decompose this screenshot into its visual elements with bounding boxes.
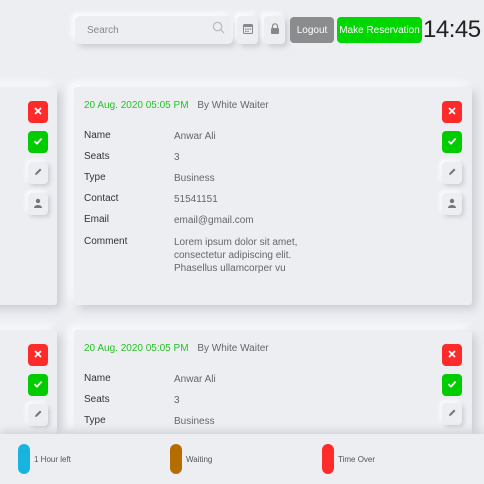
email-row: Email email@gmail.com: [84, 214, 334, 227]
check-icon: [33, 376, 43, 394]
seats-value: 3: [174, 395, 180, 406]
name-label: Name: [84, 130, 111, 141]
type-value: Business: [174, 173, 215, 184]
name-value: Anwar Ali: [174, 374, 216, 385]
accept-button[interactable]: [28, 374, 48, 396]
accept-button[interactable]: [442, 131, 462, 153]
close-icon: [447, 346, 457, 364]
check-icon: [447, 376, 457, 394]
reservation-card: 20 Aug. 2020 05:05 PM By White Waiter Na…: [74, 87, 472, 305]
card-header: 20 Aug. 2020 05:05 PM By White Waiter: [84, 343, 269, 354]
reject-button[interactable]: [442, 101, 462, 123]
legend-label: Waiting: [186, 454, 213, 464]
type-label: Type: [84, 415, 106, 426]
legend-item-1-hour-left: 1 Hour left: [18, 444, 71, 474]
name-label: Name: [84, 373, 111, 384]
comment-label: Comment: [84, 236, 128, 247]
reservation-waiter: By White Waiter: [197, 100, 269, 111]
reservation-date: 20 Aug. 2020 05:05 PM: [84, 343, 189, 354]
type-row: Type Business: [84, 415, 334, 428]
accept-button[interactable]: [28, 131, 48, 153]
type-row: Type Business: [84, 172, 334, 185]
reservation-card: 20 Aug. 2020 05:05 PM By White Waiter Na…: [74, 330, 472, 434]
seats-label: Seats: [84, 394, 110, 405]
search-input[interactable]: [87, 24, 212, 36]
contact-label: Contact: [84, 193, 119, 204]
legend-item-waiting: Waiting: [170, 444, 212, 474]
user-icon: [33, 195, 43, 213]
logout-button[interactable]: Logout: [290, 17, 334, 43]
pencil-icon: [447, 164, 457, 182]
comment-row: Comment Lorem ipsum dolor sit amet, cons…: [84, 236, 334, 275]
legend-item-time-over: Time Over: [322, 444, 375, 474]
pencil-icon: [33, 164, 43, 182]
clock: 14:45: [423, 16, 481, 43]
legend-swatch: [170, 444, 182, 474]
check-icon: [33, 133, 43, 151]
user-icon: [447, 195, 457, 213]
name-row: Name Anwar Ali: [84, 373, 334, 386]
name-row: Name Anwar Ali: [84, 130, 334, 143]
calendar-icon: [242, 21, 253, 39]
legend-swatch: [322, 444, 334, 474]
close-icon: [33, 103, 43, 121]
name-value: Anwar Ali: [174, 131, 216, 142]
email-value: email@gmail.com: [174, 215, 254, 226]
email-label: Email: [84, 214, 110, 225]
assign-user-button[interactable]: [28, 193, 48, 215]
edit-button[interactable]: [28, 404, 48, 426]
calendar-button[interactable]: [237, 16, 258, 44]
contact-value: 51541151: [174, 194, 218, 205]
make-reservation-button[interactable]: Make Reservation: [337, 17, 422, 43]
seats-label: Seats: [84, 151, 110, 162]
reject-button[interactable]: [28, 344, 48, 366]
seats-value: 3: [174, 152, 180, 163]
type-label: Type: [84, 172, 106, 183]
lock-button[interactable]: [264, 16, 285, 44]
check-icon: [447, 133, 457, 151]
contact-row: Contact 51541151: [84, 193, 334, 206]
assign-user-button[interactable]: [442, 193, 462, 215]
accept-button[interactable]: [442, 374, 462, 396]
pencil-icon: [447, 405, 457, 423]
reject-button[interactable]: [28, 101, 48, 123]
search-box[interactable]: [75, 16, 233, 44]
edit-button[interactable]: [28, 162, 48, 184]
comment-value: Lorem ipsum dolor sit amet, consectetur …: [174, 237, 298, 274]
seats-row: Seats 3: [84, 394, 334, 407]
pencil-icon: [33, 406, 43, 424]
status-legend: 1 Hour left Waiting Time Over: [0, 434, 484, 484]
legend-label: Time Over: [338, 454, 376, 464]
reservation-date: 20 Aug. 2020 05:05 PM: [84, 100, 189, 111]
lock-icon: [270, 21, 280, 39]
type-value: Business: [174, 416, 215, 427]
seats-row: Seats 3: [84, 151, 334, 164]
reject-button[interactable]: [442, 344, 462, 366]
card-header: 20 Aug. 2020 05:05 PM By White Waiter: [84, 100, 269, 111]
edit-button[interactable]: [442, 162, 462, 184]
legend-swatch: [18, 444, 30, 474]
reservation-waiter: By White Waiter: [197, 343, 269, 354]
edit-button[interactable]: [442, 403, 462, 425]
close-icon: [33, 346, 43, 364]
legend-label: 1 Hour left: [34, 454, 71, 464]
close-icon: [447, 103, 457, 121]
search-icon[interactable]: [212, 21, 225, 39]
